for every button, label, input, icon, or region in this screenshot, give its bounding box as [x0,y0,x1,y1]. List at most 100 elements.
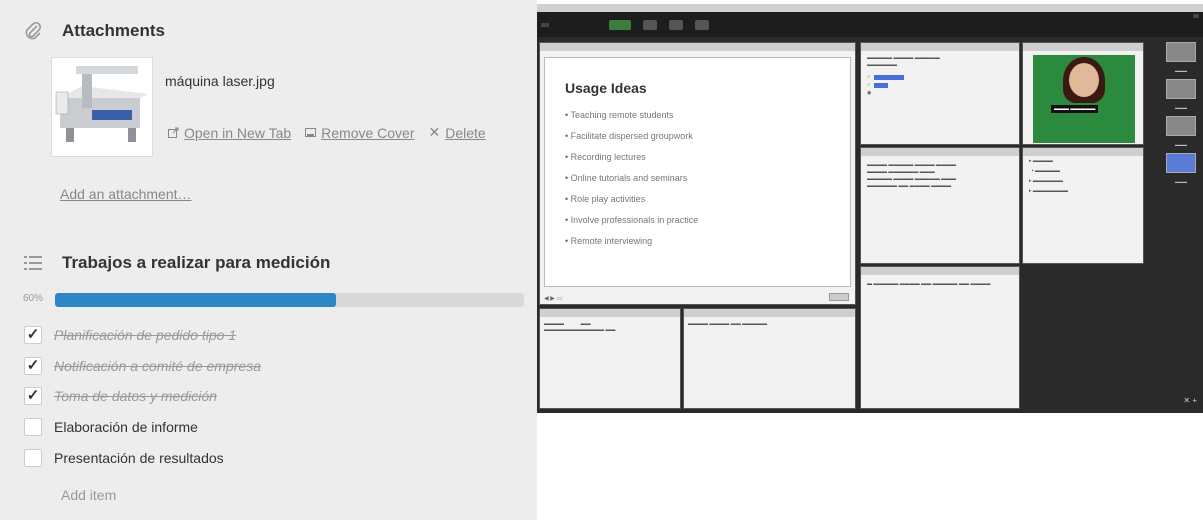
checklist-item-label: Presentación de resultados [54,449,224,466]
checklist-item[interactable]: ✓ Toma de datos y medición [24,381,261,412]
poll-option: ○ [861,81,1019,89]
share-pod: Usage Ideas Teaching remote students Faci… [539,42,856,305]
qa-pod-header [861,267,1019,275]
webcam-pod-header [1023,43,1143,51]
attachment-file-name: máquina laser.jpg [165,73,275,89]
checklist-item-label: Toma de datos y medición [54,388,217,405]
checkbox[interactable] [24,418,42,437]
files-pod-header [540,309,680,317]
notes-text: ▬▬▬▬ ▬▬▬▬▬ ▬▬▬▬ ▬▬▬▬ ▬▬▬▬ ▬▬▬▬▬▬ ▬▬▬ ▬▬▬▬▬… [867,162,957,189]
adobe-connect-screenshot: Usage Ideas Teaching remote students Faci… [537,4,1203,413]
checkbox[interactable] [24,448,42,467]
webcam-label: ▬▬▬ ▬▬▬▬▬ [1051,105,1099,113]
remove-cover-label: Remove Cover [321,124,415,141]
checklist-item-label: Elaboración de informe [54,419,198,436]
usage-idea-item: Online tutorials and seminars [565,173,830,183]
notes-pod: ▬▬▬▬ ▬▬▬▬▬ ▬▬▬▬ ▬▬▬▬ ▬▬▬▬ ▬▬▬▬▬▬ ▬▬▬ ▬▬▬▬▬… [860,147,1020,264]
add-item-button[interactable]: Add item [61,487,116,503]
web-links-pod-header [684,309,855,317]
toolbar-button [609,19,631,30]
poll-pod-header [861,43,1019,51]
qa-text: ▬ ▬▬▬▬▬ ▬▬▬▬ ▬▬ ▬▬▬▬▬ ▬▬ ▬▬▬▬ [867,281,991,287]
usage-idea-item: Teaching remote students [565,110,830,120]
web-links-text: ▬▬▬▬ ▬▬▬▬ ▬▬ ▬▬▬▬▬ [688,321,768,327]
usage-idea-item: Involve professionals in practice [565,215,830,225]
layouts-sidebar: ▬▬▬ ▬▬▬ ▬▬▬ ▬▬▬ [1163,42,1199,184]
qa-pod: ▬ ▬▬▬▬▬ ▬▬▬▬ ▬▬ ▬▬▬▬▬ ▬▬ ▬▬▬▬ [860,266,1020,409]
toolbar-button [643,19,657,30]
delete-attachment-link[interactable]: ✕ Delete [429,124,486,141]
checklist-item[interactable]: Presentación de resultados [24,442,261,473]
checklist-item[interactable]: Elaboración de informe [24,412,261,443]
checklist-item[interactable]: ✓ Notificación a comité de empresa [24,351,261,382]
cover-icon [305,125,317,141]
usage-idea-item: Facilitate dispersed groupwork [565,131,830,141]
files-text: ▬▬▬▬ ▬▬ ▬▬▬▬▬▬▬▬▬▬▬▬ ▬▬ [544,321,616,333]
usage-idea-item: Role play activities [565,194,830,204]
usage-idea-item: Remote interviewing [565,236,830,246]
layout-thumbnail [1166,42,1196,62]
poll-option: ○ [861,73,1019,81]
slide-title: Usage Ideas [565,80,647,96]
attachment-actions: Open in New Tab Remove Cover ✕ Delete [168,124,486,141]
window-title-bar [537,4,1203,12]
checkbox[interactable]: ✓ [24,387,42,406]
checklist-item-label: Notificación a comité de empresa [54,357,261,374]
attendee-row: ▸ ▬▬▬▬▬▬▬ [1029,188,1068,194]
notes-pod-header [861,148,1019,156]
attachment-thumbnail[interactable] [51,57,153,157]
checkbox[interactable]: ✓ [24,356,42,375]
delete-label: Delete [445,124,486,141]
poll-option: ◉ [867,90,872,96]
layout-name: ▬▬▬ [1175,68,1187,73]
progress-percent: 60% [23,293,44,304]
attendee-row: ▸ ▬▬▬▬▬▬ [1029,178,1063,184]
attendee-row: ▸ ▬▬▬▬ [1029,158,1053,164]
poll-pod: ▬▬▬▬▬ ▬▬▬▬ ▬▬▬▬▬ ▬▬▬▬▬▬ ○ ○ ◉ [860,42,1020,145]
open-in-new-tab-label: Open in New Tab [184,124,292,141]
attendee-row: ▪ ▬▬▬▬▬ [1029,168,1060,174]
person-face [1069,63,1099,97]
checklist-item[interactable]: ✓ Planificación de pedido tipo 1 [24,320,261,351]
progress-bar-fill [55,293,337,307]
web-links-pod: ▬▬▬▬ ▬▬▬▬ ▬▬ ▬▬▬▬▬ [683,308,856,409]
share-pod-header [540,43,855,51]
toolbar-button [695,19,709,30]
attendees-pod: ▸ ▬▬▬▬ ▪ ▬▬▬▬▬ ▸ ▬▬▬▬▬▬ ▸ ▬▬▬▬▬▬▬ [1022,147,1144,264]
checklist-title: Trabajos a realizar para medición [62,253,331,272]
share-pod-controls: ◀ ▶ ▭ [544,296,563,302]
layout-controls: ✕ + [1183,396,1197,405]
progress-bar [55,293,524,307]
checklist-header: Trabajos a realizar para medición [22,252,330,274]
attachments-header: Attachments [22,20,165,42]
help-button [1193,14,1199,18]
attendees-pod-header [1023,148,1143,156]
share-slide: Usage Ideas Teaching remote students Faci… [544,57,851,287]
toolbar-button [669,19,683,30]
add-attachment-link[interactable]: Add an attachment… [60,186,192,202]
menu-bar [537,12,1203,37]
poll-question: ▬▬▬▬▬ ▬▬▬▬ ▬▬▬▬▬ ▬▬▬▬▬▬ [867,55,940,68]
open-in-new-tab-link[interactable]: Open in New Tab [168,124,291,141]
attachments-title: Attachments [62,21,165,40]
layout-thumbnail [1166,153,1196,173]
card-detail-panel: Attachments máquina laser.jpg Open in Ne… [0,0,537,520]
share-pod-button [829,293,849,301]
layout-name: ▬▬▬ [1175,142,1187,147]
layout-name: ▬▬▬ [1175,105,1187,110]
usage-ideas-list: Teaching remote students Facilitate dispe… [565,110,830,246]
paperclip-icon [22,20,44,42]
checklist-items: ✓ Planificación de pedido tipo 1 ✓ Notifica… [24,320,261,473]
files-pod: ▬▬▬▬ ▬▬ ▬▬▬▬▬▬▬▬▬▬▬▬ ▬▬ [539,308,681,409]
external-link-icon [168,125,179,141]
layout-name: ▬▬▬ [1175,179,1187,184]
layout-thumbnail [1166,79,1196,99]
menu-item [541,22,549,27]
remove-cover-link[interactable]: Remove Cover [305,124,415,141]
webcam-image: ▬▬▬ ▬▬▬▬▬ [1033,55,1135,143]
usage-idea-item: Recording lectures [565,152,830,162]
webcam-pod: ▬▬▬ ▬▬▬▬▬ [1022,42,1144,145]
layout-thumbnail [1166,116,1196,136]
checklist-icon [22,252,44,274]
checkbox[interactable]: ✓ [24,326,42,345]
